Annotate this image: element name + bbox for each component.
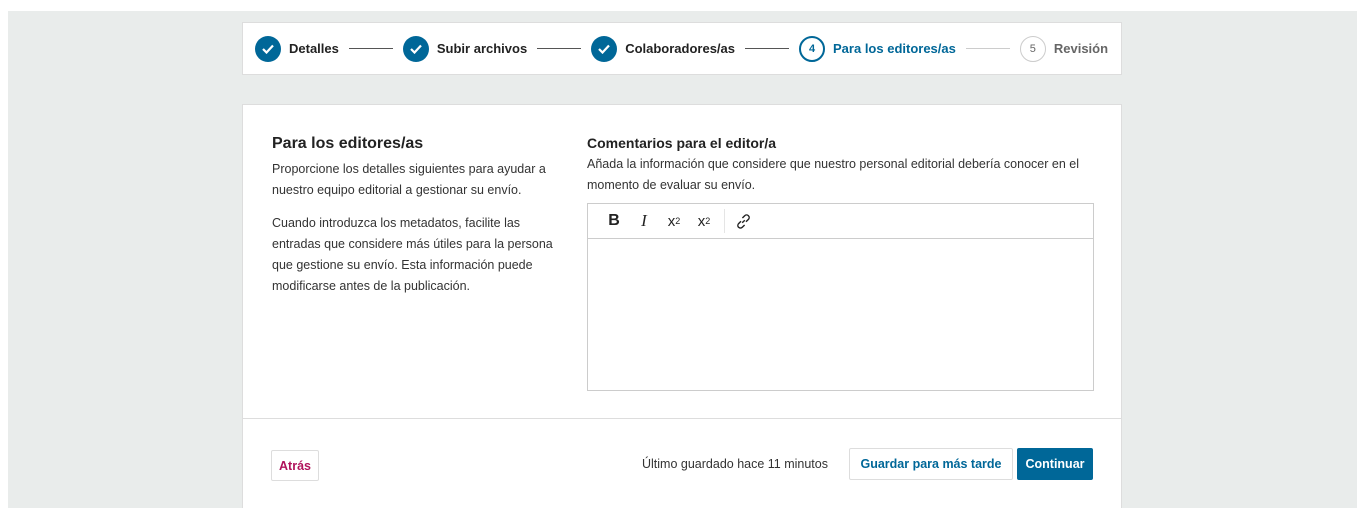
- step-label: Revisión: [1053, 41, 1109, 56]
- toolbar-divider: [724, 209, 725, 233]
- intro-section: Para los editores/as Proporcione los det…: [272, 135, 572, 297]
- comments-label: Comentarios para el editor/a: [587, 135, 777, 151]
- comments-input[interactable]: [588, 239, 1093, 390]
- step-label: Subir archivos: [436, 41, 528, 56]
- save-for-later-button[interactable]: Guardar para más tarde: [849, 448, 1013, 480]
- continue-button[interactable]: Continuar: [1017, 448, 1093, 480]
- step-label: Para los editores/as: [833, 41, 956, 56]
- step-label: Detalles: [289, 41, 339, 56]
- step-number: 5: [1019, 35, 1046, 62]
- subscript-button[interactable]: x2: [690, 207, 718, 235]
- for-editors-panel: Para los editores/as Proporcione los det…: [242, 104, 1122, 508]
- save-status: Último guardado hace 11 minutos: [642, 457, 828, 471]
- comments-section: Comentarios para el editor/a Añada la in…: [587, 135, 1095, 391]
- intro-paragraph: Proporcione los detalles siguientes para…: [272, 162, 546, 197]
- subscript-mark: 2: [705, 216, 711, 226]
- step-upload-files[interactable]: Subir archivos: [402, 35, 528, 62]
- link-button[interactable]: [729, 207, 757, 235]
- subscript-base: x: [697, 212, 706, 230]
- check-icon: [402, 35, 429, 62]
- superscript-mark: 2: [675, 216, 681, 226]
- step-review[interactable]: 5 Revisión: [1019, 35, 1109, 62]
- superscript-button[interactable]: x2: [660, 207, 688, 235]
- comments-description: Añada la información que considere que n…: [587, 157, 1079, 192]
- check-icon: [255, 35, 281, 62]
- rich-text-editor: B I x2 x2: [587, 203, 1094, 391]
- superscript-base: x: [667, 212, 676, 230]
- back-button[interactable]: Atrás: [271, 450, 319, 481]
- step-number: 4: [799, 35, 826, 62]
- step-connector: [965, 48, 1010, 49]
- intro-paragraph: Cuando introduzca los metadatos, facilit…: [272, 216, 553, 293]
- editor-toolbar: B I x2 x2: [588, 204, 1093, 239]
- step-label: Colaboradores/as: [625, 41, 736, 56]
- step-connector: [537, 48, 582, 49]
- submission-stepper: Detalles Subir archivos Colaboradores/as…: [242, 22, 1122, 75]
- link-icon: [736, 213, 750, 229]
- step-details[interactable]: Detalles: [255, 35, 339, 62]
- step-contributors[interactable]: Colaboradores/as: [591, 35, 736, 62]
- check-icon: [591, 35, 618, 62]
- section-title: Para los editores/as: [272, 135, 424, 152]
- form-footer: Atrás Último guardado hace 11 minutos Gu…: [243, 418, 1121, 508]
- bold-button[interactable]: B: [600, 207, 628, 235]
- italic-button[interactable]: I: [630, 207, 658, 235]
- step-connector: [745, 48, 790, 49]
- step-connector: [348, 48, 393, 49]
- step-for-editors[interactable]: 4 Para los editores/as: [799, 35, 956, 62]
